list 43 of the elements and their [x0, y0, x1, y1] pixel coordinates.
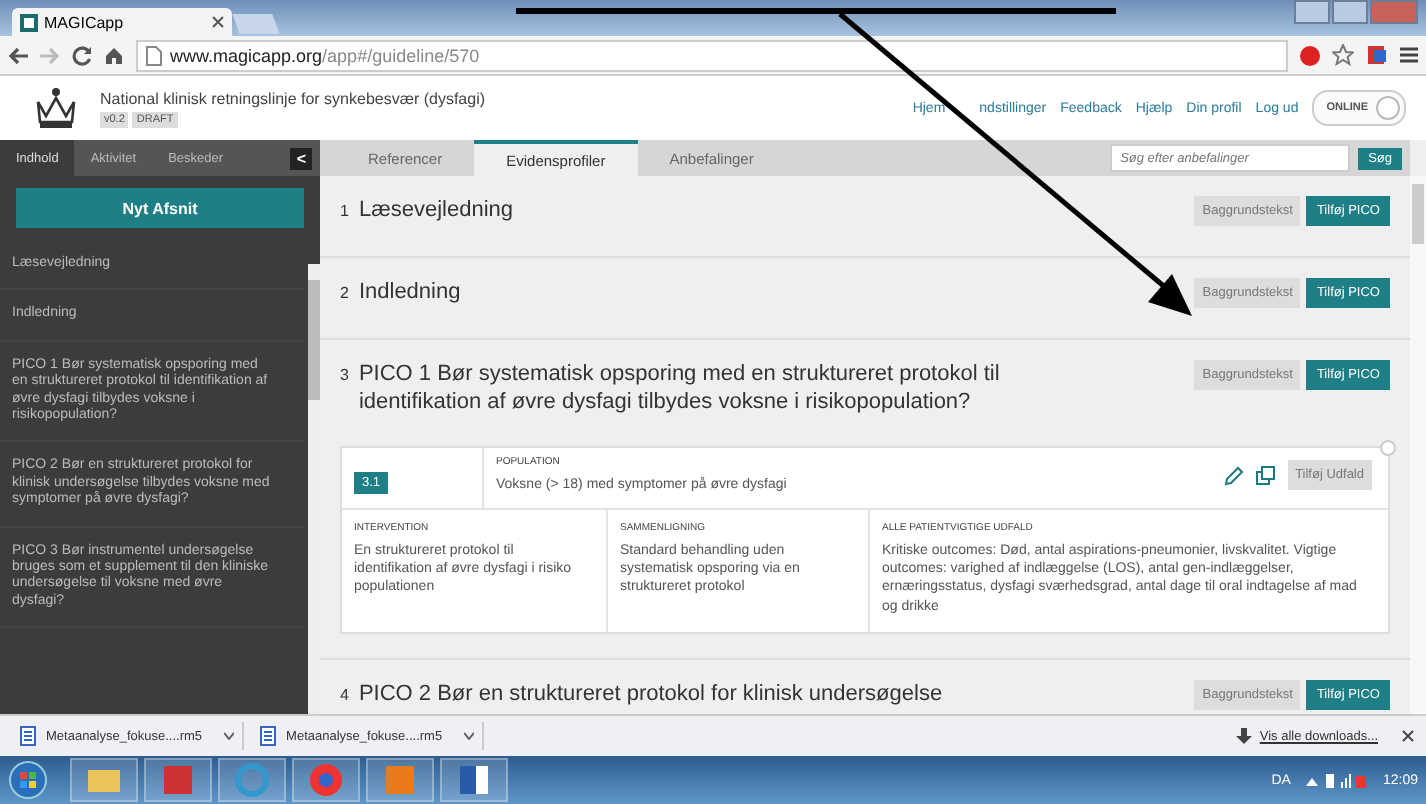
scrollbar[interactable] [1410, 176, 1426, 714]
section-number: 2 [340, 284, 349, 302]
extension-icon [1366, 44, 1388, 66]
taskbar-app[interactable] [70, 758, 138, 802]
download-icon [1235, 727, 1252, 745]
section-number: 4 [340, 686, 349, 705]
section-title: Læsevejledning [358, 196, 514, 225]
reload-icon[interactable] [72, 45, 92, 65]
browser-tab[interactable]: MAGICapp [12, 8, 232, 36]
forward-arrow-icon[interactable] [40, 45, 60, 65]
page-icon [146, 45, 162, 65]
home-icon [104, 45, 124, 65]
section-title: PICO 2 Bør en struktureret protokol for klinisk undersøgelse [358, 680, 943, 710]
taskbar-app[interactable] [144, 758, 212, 802]
taskbar-app[interactable] [440, 758, 508, 802]
section-title: Indledning [358, 278, 461, 307]
back-arrow-icon[interactable] [8, 45, 28, 65]
crown-logo-icon [32, 86, 80, 130]
start-button-icon [8, 760, 48, 800]
document-app-icon[interactable] [454, 760, 494, 800]
section-title: PICO 1 Bør systematisk opsporing med en struktureret protokol til identifikation af øvre dysfagi tilbydes voksne i risikopopulation? [358, 360, 1002, 418]
collapse-button[interactable]: < [290, 147, 312, 169]
file-icon [20, 726, 36, 746]
section-number: 1 [340, 202, 349, 220]
caret-icon [224, 732, 235, 740]
scrollbar[interactable] [308, 264, 320, 714]
url-text: www.magicapp.org/app#/guideline/570 [170, 45, 480, 65]
copy-icon [1255, 465, 1276, 486]
maximize-button[interactable] [1332, 0, 1368, 24]
guideline-title: National klinisk retningslinje for synkebesvær (dysfagi) [100, 89, 486, 107]
tray-icons [1306, 770, 1367, 790]
new-section-button[interactable]: Nyt Afsnit [16, 188, 304, 228]
tab-title: MAGICapp [44, 13, 126, 31]
site-icon [20, 13, 38, 31]
taskbar-app[interactable] [292, 758, 360, 802]
pencil-icon [1223, 465, 1244, 486]
file-icon [260, 726, 277, 746]
section-number: 3 [340, 366, 349, 384]
star-icon [1332, 44, 1354, 66]
minimize-button[interactable] [1294, 0, 1330, 24]
menu-icon [1400, 46, 1418, 64]
address-field[interactable]: www.magicapp.org/app#/guideline/570 [136, 39, 1288, 71]
caret-icon [464, 732, 475, 740]
